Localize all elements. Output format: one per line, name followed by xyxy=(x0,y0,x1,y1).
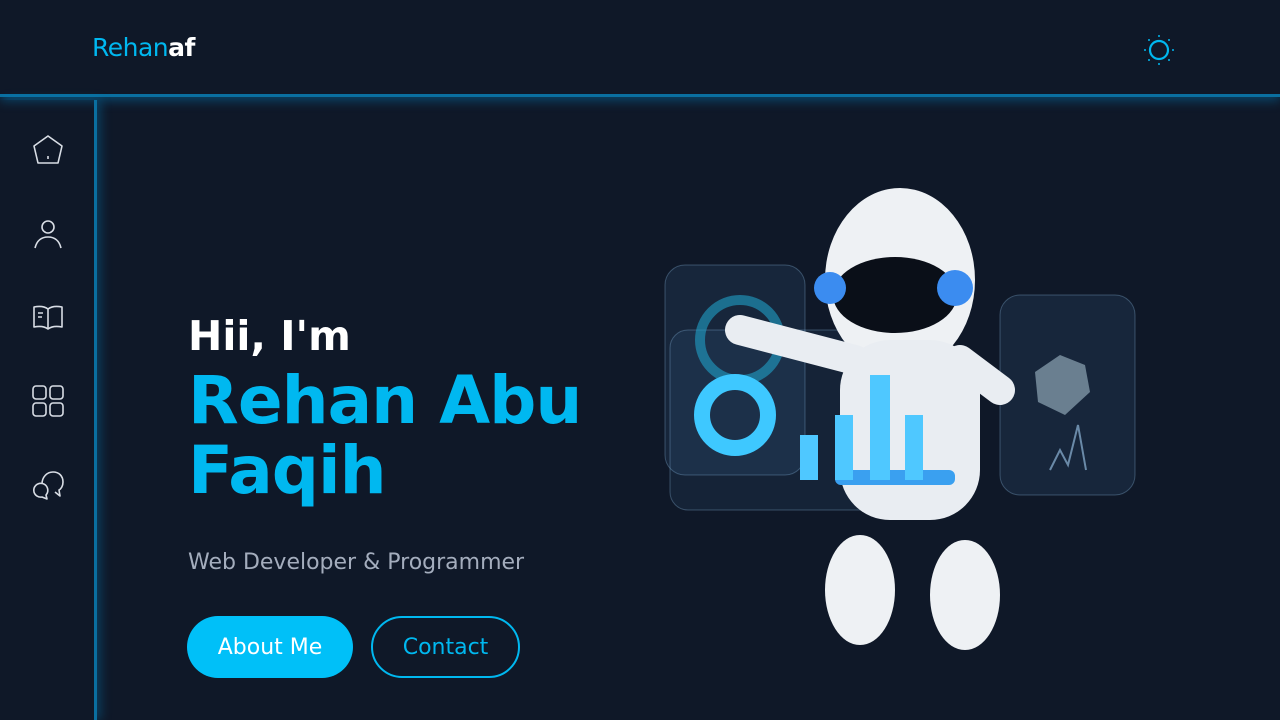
sidebar xyxy=(0,100,97,720)
logo[interactable]: Rehanaf xyxy=(92,33,195,62)
header: Rehanaf xyxy=(0,0,1280,97)
contact-button[interactable]: Contact xyxy=(371,616,520,678)
book-icon[interactable] xyxy=(30,299,66,335)
chat-icon[interactable] xyxy=(30,466,66,502)
about-me-button[interactable]: About Me xyxy=(187,616,353,678)
hero-role: Web Developer & Programmer xyxy=(188,550,525,575)
sun-icon[interactable] xyxy=(1142,33,1176,67)
grid-icon[interactable] xyxy=(30,383,66,419)
astronaut-illustration xyxy=(664,188,1136,650)
greeting: Hii, I'm xyxy=(188,312,351,360)
home-icon[interactable] xyxy=(30,132,66,168)
user-icon[interactable] xyxy=(30,216,66,252)
hero-name: Rehan Abu Faqih xyxy=(188,362,582,509)
